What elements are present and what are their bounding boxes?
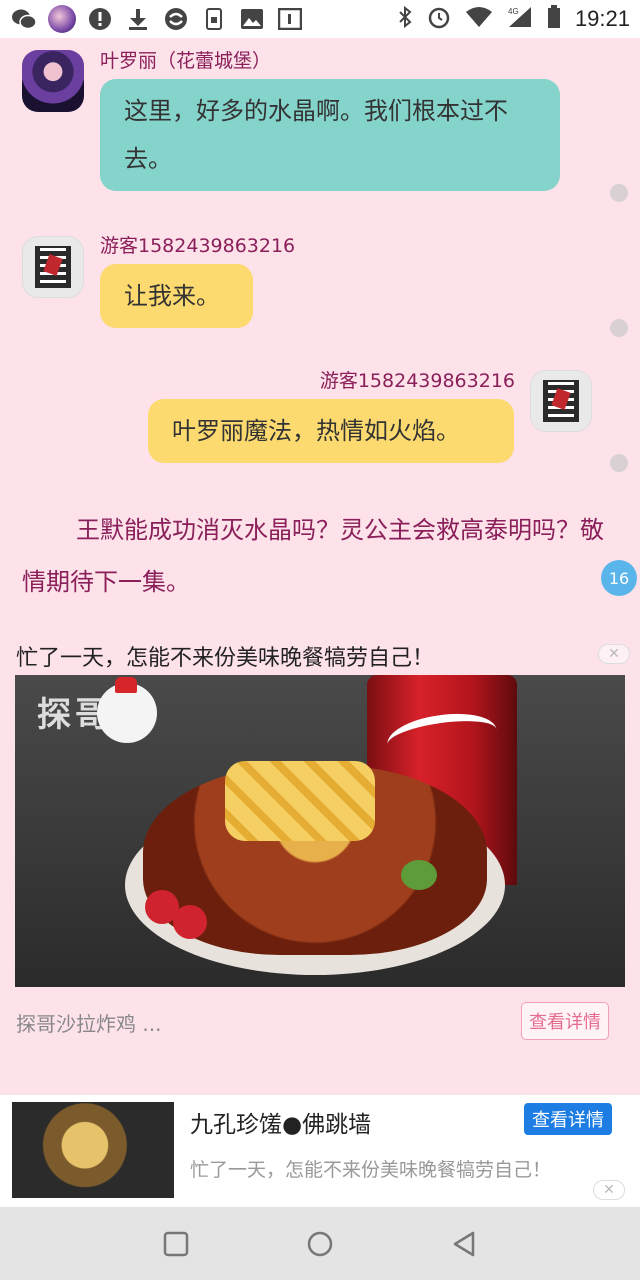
circle-icon [307, 1231, 333, 1256]
wechat-icon [10, 5, 38, 33]
app-avatar-icon [48, 5, 76, 33]
alert-icon [86, 5, 114, 33]
image-icon [238, 5, 266, 33]
sync-icon [162, 5, 190, 33]
chat-area[interactable]: 叶罗丽（花蕾城堡） 这里，好多的水晶啊。我们根本过不去。 游客158243986… [0, 38, 640, 628]
guest-avatar[interactable] [530, 370, 592, 432]
ad-image[interactable]: 探哥 [15, 675, 625, 987]
calendar-icon [276, 5, 304, 33]
princess-avatar[interactable] [22, 50, 84, 112]
tomato [173, 905, 207, 939]
rooster-logo-icon [97, 677, 157, 743]
story-narration: 王默能成功消灭水晶吗？灵公主会救高泰明吗？敬情期待下一集。 [22, 516, 604, 596]
system-indicators: 4G 19:21 [397, 5, 630, 33]
alarm-icon [427, 5, 451, 33]
sender-name: 叶罗丽（花蕾城堡） [100, 50, 272, 72]
battery-icon [547, 5, 561, 33]
signal-icon: 4G [507, 5, 533, 33]
square-icon [163, 1231, 189, 1256]
recents-button[interactable] [156, 1224, 196, 1264]
message-bubble[interactable]: 叶罗丽魔法，热情如火焰。 [148, 399, 514, 463]
ad-detail-button[interactable]: 查看详情 [521, 1002, 609, 1040]
svg-text:4G: 4G [508, 7, 519, 16]
home-button[interactable] [300, 1224, 340, 1264]
banner-thumbnail[interactable] [12, 1102, 174, 1198]
message-status-dot [610, 454, 628, 472]
message-bubble[interactable]: 让我来。 [100, 264, 253, 328]
download-icon [124, 5, 152, 33]
sim-icon [200, 5, 228, 33]
page-number-badge[interactable]: 16 [601, 560, 637, 596]
wifi-icon [465, 6, 493, 32]
banner-title: 九孔珍馐●佛跳墙 [190, 1112, 372, 1138]
sender-name: 游客1582439863216 [319, 370, 515, 392]
ad-subtitle: 探哥沙拉炸鸡 ... [16, 1012, 162, 1036]
notification-icons [10, 5, 304, 33]
clock-time: 19:21 [574, 6, 630, 31]
banner-detail-button[interactable]: 查看详情 [524, 1103, 612, 1135]
triangle-back-icon [453, 1231, 475, 1256]
ad-close-button[interactable]: ✕ [598, 644, 630, 664]
bluetooth-icon [397, 5, 413, 33]
message-status-dot [610, 319, 628, 337]
rice-cake-topping [225, 761, 375, 841]
status-bar: 4G 19:21 [0, 0, 640, 38]
banner-description: 忙了一天，怎能不来份美味晚餐犒劳自己！ [190, 1159, 552, 1181]
message-status-dot [610, 184, 628, 202]
sponsored-ad[interactable]: 忙了一天，怎能不来份美味晚餐犒劳自己！ ✕ 探哥 探哥沙拉炸鸡 ... 查看详情 [0, 630, 640, 1090]
guest-avatar[interactable] [22, 236, 84, 298]
bottom-banner-ad[interactable]: 九孔珍馐●佛跳墙 忙了一天，怎能不来份美味晚餐犒劳自己！ 查看详情 ✕ [0, 1095, 640, 1207]
ad-title: 忙了一天，怎能不来份美味晚餐犒劳自己！ [16, 646, 435, 671]
back-button[interactable] [444, 1224, 484, 1264]
navigation-bar [0, 1207, 640, 1280]
sender-name: 游客1582439863216 [100, 235, 296, 257]
herb-garnish [401, 860, 437, 890]
banner-close-button[interactable]: ✕ [593, 1180, 625, 1200]
message-bubble[interactable]: 这里，好多的水晶啊。我们根本过不去。 [100, 79, 560, 191]
